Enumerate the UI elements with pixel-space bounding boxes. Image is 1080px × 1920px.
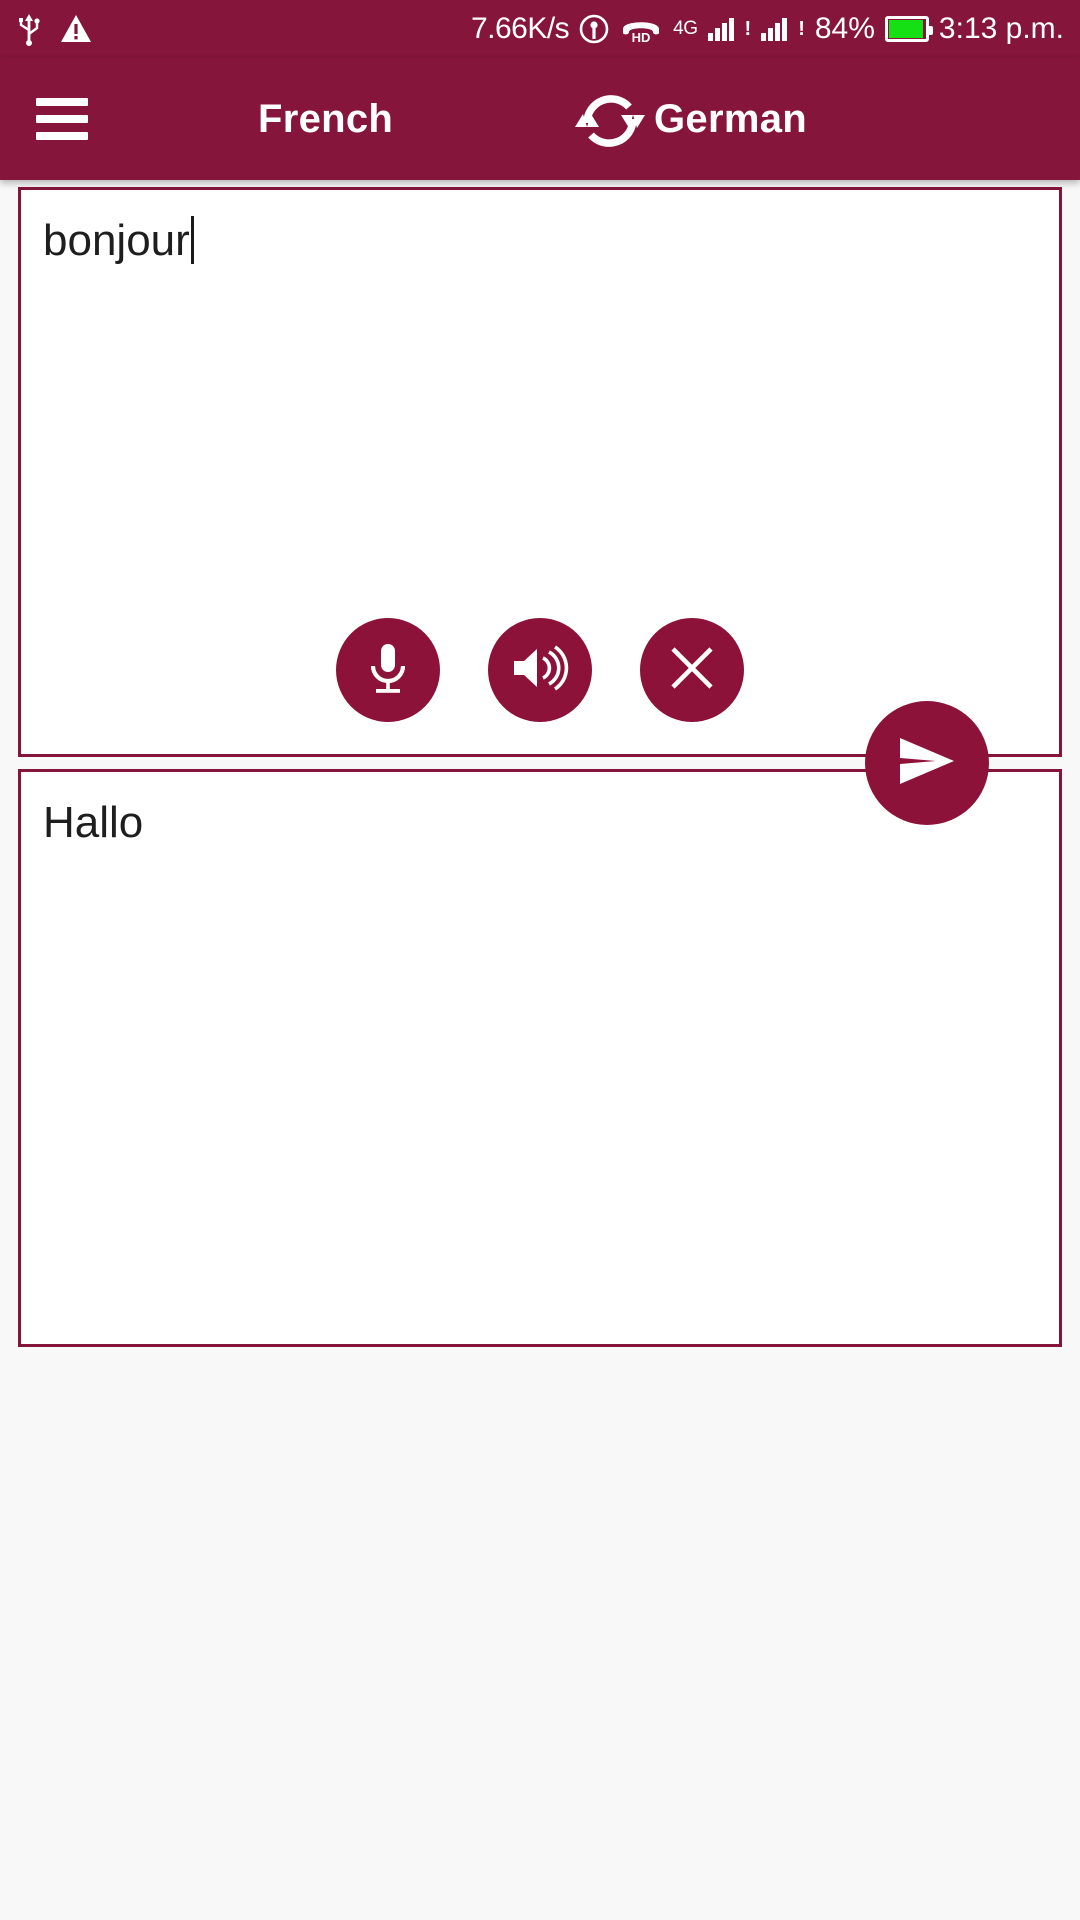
app-bar: French German xyxy=(0,58,1080,180)
svg-text:HD: HD xyxy=(632,30,651,44)
target-language-selector[interactable]: German xyxy=(654,97,807,142)
source-text-input[interactable]: bonjour xyxy=(21,190,1059,267)
source-text-value: bonjour xyxy=(43,216,190,265)
status-bar-right: 7.66K/s HD 4G ! ! 84% 3:13 p.m. xyxy=(471,12,1064,46)
hotspot-icon xyxy=(579,13,609,45)
swap-languages-icon[interactable] xyxy=(555,69,665,169)
status-bar-clock: 3:13 p.m. xyxy=(938,12,1064,45)
microphone-icon xyxy=(362,639,414,702)
microphone-button[interactable] xyxy=(336,618,440,722)
usb-icon xyxy=(16,12,42,46)
translator-content: bonjour Hallo xyxy=(0,180,1080,1920)
network-type-label: 4G xyxy=(673,18,698,39)
status-bar-left xyxy=(16,12,92,46)
close-x-icon xyxy=(667,643,717,698)
speaker-icon xyxy=(510,642,570,699)
send-paper-plane-icon xyxy=(892,730,962,797)
hd-call-icon: HD xyxy=(619,14,663,44)
sim1-alert-icon: ! xyxy=(744,17,752,40)
hamburger-menu-icon[interactable] xyxy=(14,71,110,167)
send-button[interactable] xyxy=(865,701,989,825)
warning-triangle-icon xyxy=(60,14,92,44)
signal-bars-sim2-icon xyxy=(761,17,788,41)
clear-button[interactable] xyxy=(640,618,744,722)
signal-bars-sim1-icon xyxy=(707,17,734,41)
source-language-selector[interactable]: French xyxy=(258,97,393,142)
battery-percent: 84% xyxy=(814,12,875,45)
status-bar: 7.66K/s HD 4G ! ! 84% 3:13 p.m. xyxy=(0,0,1080,58)
text-caret xyxy=(190,216,194,264)
speak-button[interactable] xyxy=(488,618,592,722)
translated-text-box[interactable]: Hallo xyxy=(18,769,1062,1347)
network-speed: 7.66K/s xyxy=(470,12,570,45)
sim2-alert-icon: ! xyxy=(798,17,805,40)
battery-icon xyxy=(884,16,933,42)
